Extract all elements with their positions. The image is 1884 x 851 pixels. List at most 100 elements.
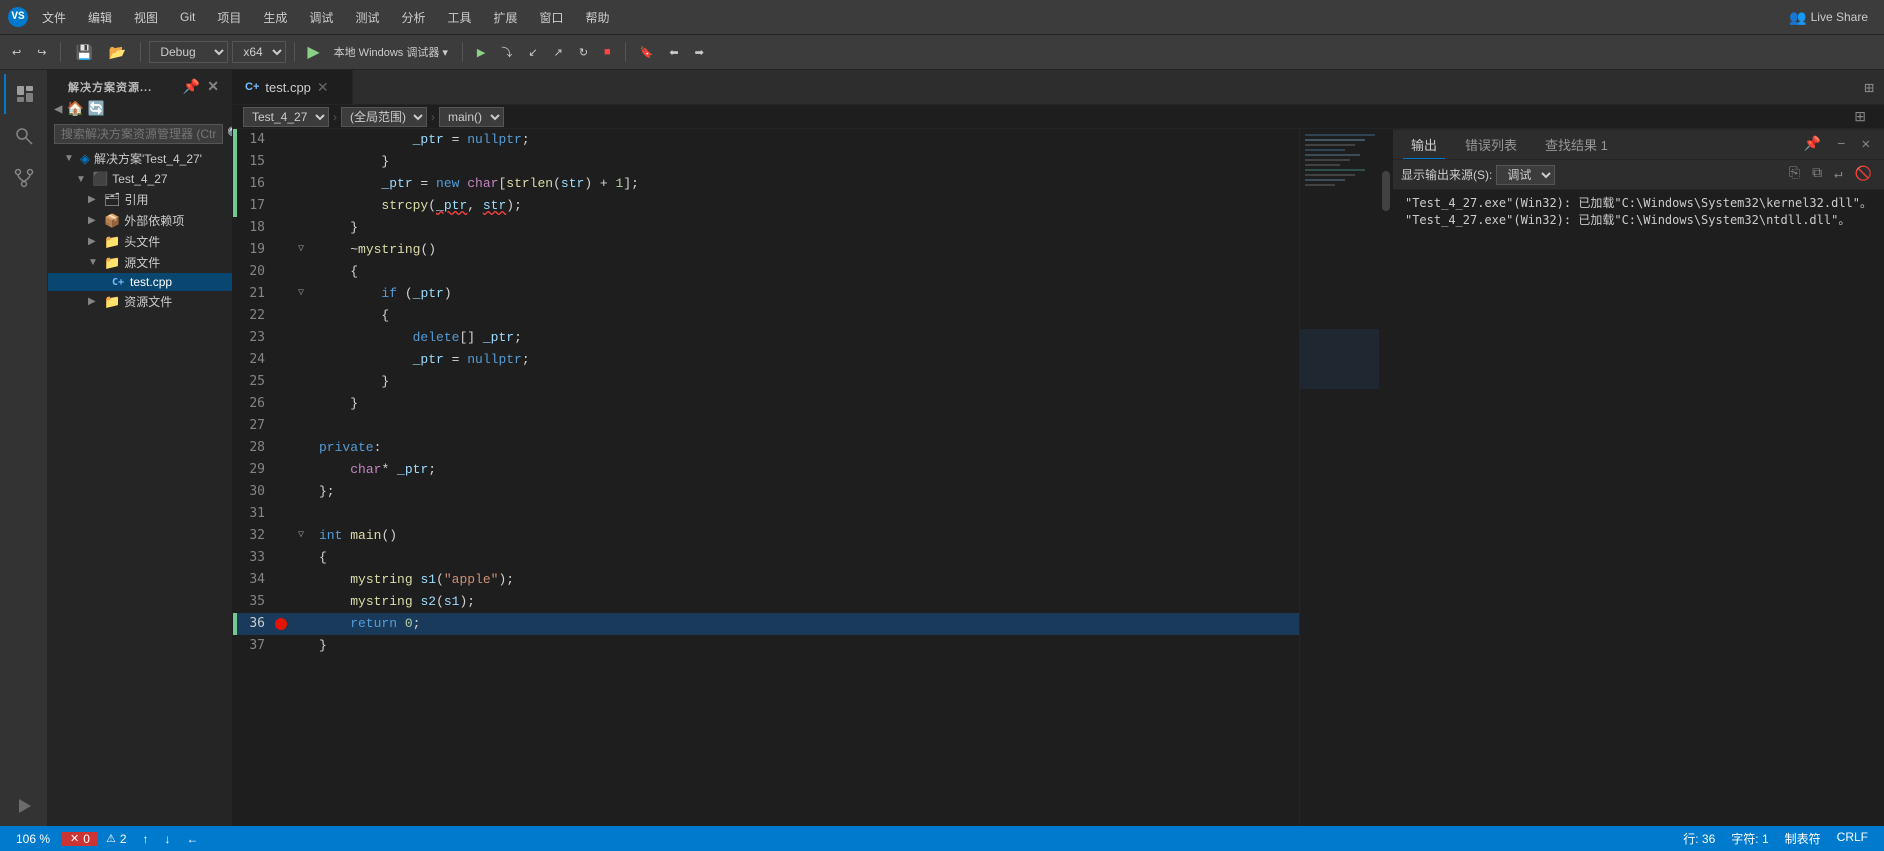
tree-headers[interactable]: ▶ 📁 头文件 <box>48 231 232 252</box>
menu-git[interactable]: Git <box>172 6 203 28</box>
step-out-button[interactable]: ↗ <box>548 43 569 62</box>
activity-explorer[interactable] <box>4 74 44 114</box>
panel-tab-output[interactable]: 输出 <box>1403 131 1445 159</box>
menu-window[interactable]: 窗口 <box>532 5 572 30</box>
arch-select[interactable]: x64 x86 <box>232 41 286 63</box>
toolbar-separator-3 <box>294 42 295 62</box>
search-input[interactable] <box>54 124 223 144</box>
activity-debug[interactable] <box>4 786 44 826</box>
panel-close-icon[interactable]: ✕ <box>1858 134 1874 155</box>
nav-sync-icon[interactable]: 🔄 <box>88 101 105 118</box>
tab-test-cpp[interactable]: C+ test.cpp ✕ <box>233 70 353 104</box>
sidebar-search-bar: 🔍 <box>48 120 232 148</box>
redo-button[interactable]: ↪ <box>31 43 52 62</box>
fold-col-21[interactable]: ▽ <box>289 283 313 305</box>
tree-references[interactable]: ▶ 🗂 引用 <box>48 189 232 210</box>
tab-close-icon[interactable]: ✕ <box>317 79 329 96</box>
breadcrumb-split-icon[interactable]: ⊞ <box>1846 108 1874 125</box>
fold-col-37 <box>289 635 313 657</box>
status-encoding[interactable]: CRLF <box>1829 830 1876 844</box>
menu-analyze[interactable]: 分析 <box>393 5 433 30</box>
save-button[interactable]: 💾 <box>69 41 98 64</box>
start-debug-button[interactable]: ▶ <box>303 40 323 64</box>
menu-build[interactable]: 生成 <box>255 5 295 30</box>
breadcrumb-scope-select[interactable]: (全局范围) <box>341 107 427 127</box>
scrollbar-thumb[interactable] <box>1382 171 1390 211</box>
output-clear-icon[interactable]: 🚫 <box>1851 164 1876 185</box>
code-editor[interactable]: 14 _ptr = nullptr; 15 } <box>233 129 1393 826</box>
status-nav-left[interactable]: ← <box>179 826 207 851</box>
tree-file-test-cpp[interactable]: C+ test.cpp <box>48 273 232 291</box>
menu-extensions[interactable]: 扩展 <box>485 5 525 30</box>
panel-minimize-icon[interactable]: − <box>1833 135 1849 155</box>
breadcrumb-sep-1: › <box>333 110 337 124</box>
code-content-37: } <box>313 635 333 657</box>
code-scroll-area[interactable]: 14 _ptr = nullptr; 15 } <box>233 129 1299 826</box>
stop-button[interactable]: ■ <box>598 43 617 61</box>
editor-body: 14 _ptr = nullptr; 15 } <box>233 129 1884 826</box>
menu-debug[interactable]: 调试 <box>301 5 341 30</box>
breakpoint-col-35 <box>273 591 289 613</box>
restart-button[interactable]: ↻ <box>573 43 594 62</box>
step-into-button[interactable]: ↙ <box>522 43 543 62</box>
menu-edit[interactable]: 编辑 <box>80 5 120 30</box>
project-label: Test_4_27 <box>112 172 167 186</box>
sources-label: 源文件 <box>124 254 160 271</box>
code-row-31: 31 <box>233 503 1299 525</box>
breadcrumb-function-select[interactable]: main() <box>439 107 504 127</box>
debug-config-select[interactable]: Debug Release <box>149 41 228 63</box>
nav-home-icon[interactable]: 🏠 <box>66 101 83 118</box>
tree-project[interactable]: ▼ ⬛ Test_4_27 <box>48 169 232 189</box>
breadcrumb-file-select[interactable]: Test_4_27 <box>243 107 329 127</box>
nav-back-icon[interactable]: ◀ <box>54 101 62 118</box>
live-share-button[interactable]: 👥 Live Share <box>1781 5 1876 30</box>
fold-col-19[interactable]: ▽ <box>289 239 313 261</box>
continue-button[interactable]: ▶ <box>471 43 491 62</box>
panel-pin-icon[interactable]: 📌 <box>1800 134 1825 155</box>
output-wrap-icon[interactable]: ↵ <box>1830 164 1846 185</box>
vertical-scrollbar[interactable] <box>1379 129 1393 826</box>
menu-view[interactable]: 视图 <box>126 5 166 30</box>
pin-icon[interactable]: 📌 <box>183 78 201 95</box>
tree-resources[interactable]: ▶ 📁 资源文件 <box>48 291 232 312</box>
step-over-button[interactable]: ⤵ <box>495 41 518 63</box>
breakpoint-col-19 <box>273 239 289 261</box>
bookmark-button[interactable]: 🔖 <box>634 43 660 62</box>
row-label: 行: 36 <box>1683 830 1715 847</box>
code-row-21: 21 ▽ if (_ptr) <box>233 283 1299 305</box>
fold-col-32[interactable]: ▽ <box>289 525 313 547</box>
tree-sources[interactable]: ▼ 📁 源文件 <box>48 252 232 273</box>
status-col[interactable]: 字符: 1 <box>1723 830 1776 847</box>
activity-git[interactable] <box>4 158 44 198</box>
menu-help[interactable]: 帮助 <box>578 5 618 30</box>
debug-target-button[interactable]: 本地 Windows 调试器 ▾ <box>328 41 454 63</box>
status-row[interactable]: 行: 36 <box>1675 830 1723 847</box>
close-sidebar-icon[interactable]: ✕ <box>207 78 220 95</box>
open-button[interactable]: 📂 <box>103 41 132 64</box>
status-zoom[interactable]: 106 % <box>8 826 58 851</box>
panel-tab-find[interactable]: 查找结果 1 <box>1537 131 1616 158</box>
fold-col-26 <box>289 393 313 415</box>
tree-solution[interactable]: ▼ ◈ 解决方案'Test_4_27' <box>48 148 232 169</box>
status-nav-up[interactable]: ↑ <box>135 826 157 851</box>
code-content-22: { <box>313 305 395 327</box>
status-warnings[interactable]: ⚠ 2 <box>98 832 135 846</box>
menu-project[interactable]: 项目 <box>209 5 249 30</box>
menu-tools[interactable]: 工具 <box>439 5 479 30</box>
menu-test[interactable]: 测试 <box>347 5 387 30</box>
output-filter-icon[interactable]: ⧉ <box>1808 164 1826 185</box>
status-tabs[interactable]: 制表符 <box>1777 830 1829 847</box>
menu-file[interactable]: 文件 <box>34 5 74 30</box>
undo-button[interactable]: ↩ <box>6 43 27 62</box>
tree-external-deps[interactable]: ▶ 📦 外部依赖项 <box>48 210 232 231</box>
output-source-select[interactable]: 调试 <box>1496 165 1555 185</box>
bookmark-prev-button[interactable]: ⬅ <box>663 43 684 62</box>
output-copy-icon[interactable]: ⎘ <box>1785 164 1804 185</box>
status-errors[interactable]: ✕ 0 <box>62 832 98 846</box>
split-editor-button[interactable]: ⊞ <box>1854 72 1884 104</box>
status-nav-down[interactable]: ↓ <box>157 826 179 851</box>
panel-tab-errors[interactable]: 错误列表 <box>1457 131 1525 158</box>
bookmark-next-button[interactable]: ➡ <box>689 43 710 62</box>
activity-search[interactable] <box>4 116 44 156</box>
breakpoint-col-34 <box>273 569 289 591</box>
